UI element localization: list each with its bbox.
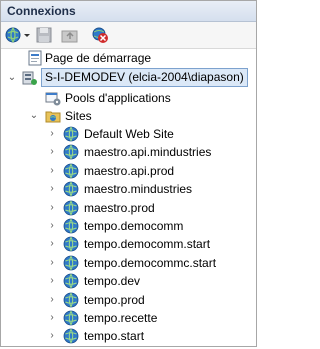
website-globe-icon <box>63 144 79 160</box>
tree-item-server[interactable]: ⌄ S-I-DEMODEV (elcia-2004\diapason) <box>1 68 256 87</box>
expand-chevron-icon[interactable]: › <box>47 125 57 143</box>
tree-item-sites[interactable]: ⌄ Sites <box>1 107 256 125</box>
website-globe-icon <box>63 292 79 308</box>
website-globe-icon <box>63 218 79 234</box>
up-button[interactable] <box>61 26 79 44</box>
disconnect-button[interactable] <box>91 26 109 44</box>
app-pool-icon <box>45 90 61 106</box>
globe-connect-icon <box>5 27 30 43</box>
tree-item-site[interactable]: › maestro.mindustries <box>1 180 256 198</box>
tree-item-site[interactable]: › tempo.democommc.start <box>1 254 256 272</box>
tree-item-site[interactable]: › maestro.api.prod <box>1 162 256 180</box>
site-label: tempo.recette <box>84 311 158 325</box>
expand-chevron-icon[interactable]: › <box>47 291 57 309</box>
save-icon <box>36 27 52 43</box>
collapse-chevron-icon[interactable]: ⌄ <box>7 69 17 87</box>
website-globe-icon <box>63 126 79 142</box>
website-globe-icon <box>63 273 79 289</box>
save-button[interactable] <box>35 26 53 44</box>
expand-chevron-icon[interactable]: › <box>47 235 57 253</box>
tree-item-site[interactable]: › tempo.start <box>1 327 256 345</box>
expand-chevron-icon[interactable]: › <box>47 327 57 345</box>
tree-item-app-pools[interactable]: Pools d'applications <box>1 89 256 107</box>
tree-item-site[interactable]: › tempo.democomm.start <box>1 235 256 253</box>
expand-chevron-icon[interactable]: › <box>47 162 57 180</box>
connect-button[interactable] <box>5 26 31 44</box>
toolbar <box>1 22 256 49</box>
tree-item-site[interactable]: › tempo.prod <box>1 291 256 309</box>
site-label: tempo.democommc.start <box>84 255 217 270</box>
tree-item-start-page[interactable]: Page de démarrage <box>1 49 256 67</box>
connections-panel: Connexions Page de démarrage ⌄ S-I-DEMOD… <box>0 0 257 347</box>
panel-title: Connexions <box>1 1 256 22</box>
site-label: tempo.democomm <box>84 219 184 233</box>
website-globe-icon <box>63 328 79 344</box>
website-globe-icon <box>63 255 79 271</box>
disconnect-icon <box>92 27 108 43</box>
folder-up-icon <box>61 30 78 43</box>
tree-item-site[interactable]: › maestro.prod <box>1 199 256 217</box>
expand-chevron-icon[interactable]: › <box>47 272 57 290</box>
sites-folder-icon <box>45 108 61 124</box>
tree-item-site[interactable]: › tempo.recette <box>1 309 256 327</box>
expand-chevron-icon[interactable]: › <box>47 217 57 235</box>
website-globe-icon <box>63 181 79 197</box>
site-label: tempo.dev <box>84 274 141 289</box>
site-label: tempo.prod <box>84 292 145 307</box>
site-label: maestro.api.prod <box>84 163 175 178</box>
start-page-icon <box>27 50 43 66</box>
site-label: maestro.mindustries <box>84 182 193 197</box>
site-label: maestro.api.mindustries <box>84 145 212 160</box>
collapse-chevron-icon[interactable]: ⌄ <box>29 107 39 125</box>
expand-chevron-icon[interactable]: › <box>47 143 57 161</box>
website-globe-icon <box>63 163 79 179</box>
tree-item-site[interactable]: › tempo.dev <box>1 272 256 290</box>
website-globe-icon <box>63 310 79 326</box>
expand-chevron-icon[interactable]: › <box>47 199 57 217</box>
site-label: maestro.prod <box>84 200 155 215</box>
expand-chevron-icon[interactable]: › <box>47 180 57 198</box>
site-label: Default Web Site <box>84 127 174 141</box>
tree-item-site[interactable]: › tempo.democomm <box>1 217 256 235</box>
expand-chevron-icon[interactable]: › <box>47 309 57 327</box>
tree-item-site[interactable]: › maestro.api.mindustries <box>1 143 256 161</box>
site-label: tempo.start <box>84 329 145 344</box>
expand-chevron-icon[interactable]: › <box>47 254 57 272</box>
server-icon <box>21 70 37 86</box>
tree-item-site[interactable]: › Default Web Site <box>1 125 256 143</box>
site-label: tempo.democomm.start <box>84 237 211 252</box>
website-globe-icon <box>63 200 79 216</box>
website-globe-icon <box>63 236 79 252</box>
